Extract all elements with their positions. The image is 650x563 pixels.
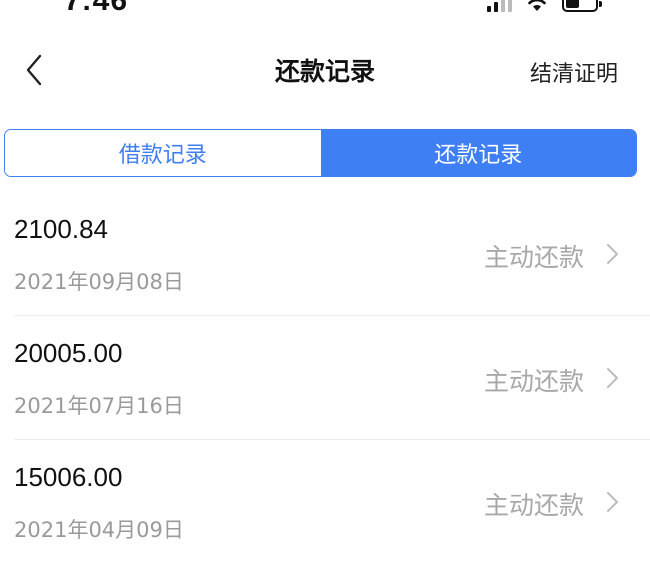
record-date: 2021年07月16日 (14, 394, 184, 418)
status-time: 7:46 (64, 0, 129, 17)
record-date: 2021年04月09日 (14, 518, 184, 542)
record-amount: 15006.00 (14, 462, 123, 492)
status-bar: 7:46 (0, 0, 650, 22)
record-amount: 2100.84 (14, 214, 108, 244)
wifi-icon (528, 0, 546, 11)
chevron-right-icon (607, 492, 618, 512)
battery-icon (562, 0, 602, 12)
chevron-right-icon (607, 244, 618, 264)
tab-repayment-records[interactable]: 还款记录 (320, 130, 636, 176)
record-type: 主动还款 (483, 491, 584, 520)
chevron-right-icon (607, 368, 618, 388)
record-date: 2021年09月08日 (14, 270, 184, 294)
signal-icon (487, 0, 512, 12)
record-tab-switch: 借款记录 还款记录 (4, 129, 637, 177)
record-row[interactable]: 20005.00 2021年07月16日 主动还款 (14, 316, 650, 440)
settlement-certificate-link[interactable]: 结清证明 (530, 56, 618, 88)
record-row[interactable]: 15006.00 2021年04月09日 主动还款 (14, 440, 650, 563)
tab-loan-records[interactable]: 借款记录 (5, 130, 321, 176)
repayment-record-list: 2100.84 2021年09月08日 主动还款 20005.00 2021年0… (0, 192, 650, 563)
nav-bar: 还款记录 结清证明 (0, 38, 650, 102)
record-amount: 20005.00 (14, 338, 123, 368)
status-icons (487, 0, 602, 12)
record-row[interactable]: 2100.84 2021年09月08日 主动还款 (14, 192, 650, 316)
record-type: 主动还款 (483, 367, 584, 396)
record-type: 主动还款 (483, 243, 584, 272)
